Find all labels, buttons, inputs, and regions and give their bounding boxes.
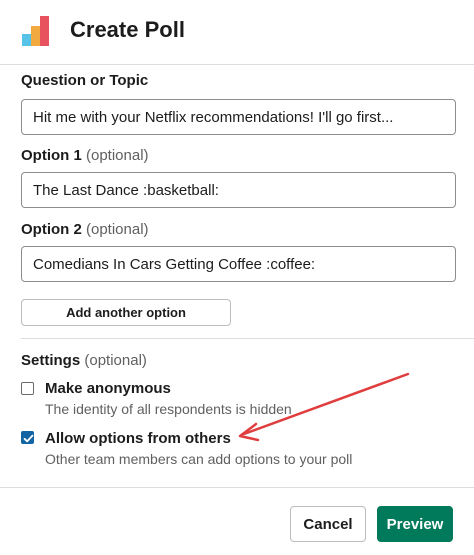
settings-optional-hint: (optional) <box>84 352 147 369</box>
option-1-label: Option 1 (optional) <box>21 147 149 164</box>
cancel-button[interactable]: Cancel <box>290 506 366 542</box>
settings-label-text: Settings <box>21 352 81 369</box>
option-2-optional-hint: (optional) <box>86 221 149 238</box>
option-2-label-text: Option 2 <box>21 221 82 238</box>
settings-label: Settings (optional) <box>21 352 147 369</box>
dialog-title: Create Poll <box>70 17 185 42</box>
option-1-input[interactable] <box>21 172 456 208</box>
section-divider <box>21 338 474 339</box>
footer-divider <box>0 487 474 488</box>
create-poll-dialog: Create Poll Question or Topic Option 1 (… <box>0 0 474 555</box>
allow-options-label[interactable]: Allow options from others <box>45 430 231 447</box>
option-1-optional-hint: (optional) <box>86 147 149 164</box>
make-anonymous-checkbox[interactable] <box>21 382 34 395</box>
question-input[interactable] <box>21 99 456 135</box>
option-1-label-text: Option 1 <box>21 147 82 164</box>
allow-options-checkbox[interactable] <box>21 431 34 444</box>
poll-bars-logo-icon <box>22 16 49 46</box>
option-2-input[interactable] <box>21 246 456 282</box>
preview-button[interactable]: Preview <box>377 506 453 542</box>
make-anonymous-description: The identity of all respondents is hidde… <box>45 401 292 417</box>
dialog-header: Create Poll <box>0 0 474 65</box>
question-label: Question or Topic <box>21 72 149 89</box>
allow-options-description: Other team members can add options to yo… <box>45 451 353 467</box>
option-2-label: Option 2 (optional) <box>21 221 149 238</box>
checkmark-icon <box>23 434 34 443</box>
make-anonymous-label[interactable]: Make anonymous <box>45 380 171 397</box>
add-another-option-button[interactable]: Add another option <box>21 299 231 326</box>
